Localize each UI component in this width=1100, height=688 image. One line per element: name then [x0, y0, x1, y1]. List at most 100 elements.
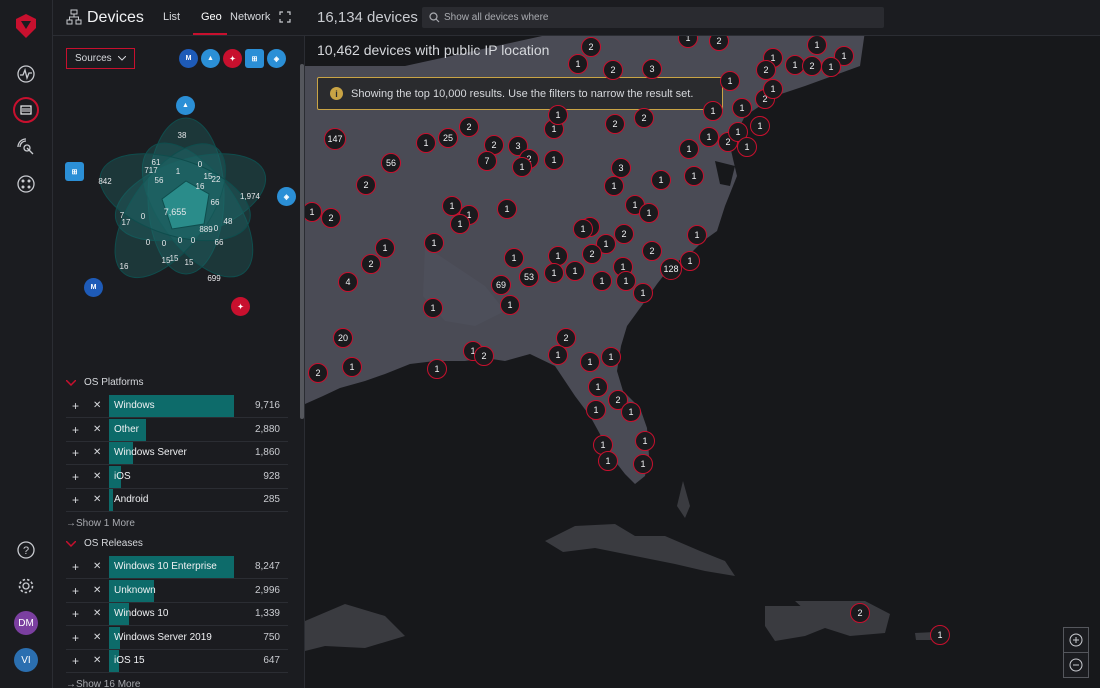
device-cluster-marker[interactable]: 1 [750, 116, 770, 136]
device-cluster-marker[interactable]: 2 [581, 37, 601, 57]
device-cluster-marker[interactable]: 1 [544, 150, 564, 170]
radar-nav[interactable] [13, 134, 39, 160]
device-cluster-marker[interactable]: 56 [381, 153, 401, 173]
os-releases-header[interactable]: OS Releases [66, 538, 143, 549]
device-cluster-marker[interactable]: 1 [548, 345, 568, 365]
os-platforms-header[interactable]: OS Platforms [66, 377, 143, 388]
integrations-nav[interactable] [13, 171, 39, 197]
device-cluster-marker[interactable]: 1 [544, 263, 564, 283]
include-filter-button[interactable]: + [72, 470, 79, 484]
device-cluster-marker[interactable]: 2 [614, 224, 634, 244]
exclude-filter-button[interactable]: ✕ [93, 494, 101, 505]
device-cluster-marker[interactable]: 1 [427, 359, 447, 379]
filter-row[interactable]: + ✕ Windows 9,716 [66, 395, 288, 418]
device-cluster-marker[interactable]: 2 [850, 603, 870, 623]
device-cluster-marker[interactable]: 1 [586, 400, 606, 420]
device-cluster-marker[interactable]: 1 [635, 431, 655, 451]
exclude-filter-button[interactable]: ✕ [93, 585, 101, 596]
device-cluster-marker[interactable]: 2 [459, 117, 479, 137]
zoom-in-button[interactable] [1063, 627, 1089, 653]
device-cluster-marker[interactable]: 1 [342, 357, 362, 377]
device-cluster-marker[interactable]: 69 [491, 275, 511, 295]
device-cluster-marker[interactable]: 1 [821, 57, 841, 77]
filter-row[interactable]: + ✕ Windows Server 2019 750 [66, 626, 288, 650]
search-bar[interactable] [422, 7, 884, 28]
device-cluster-marker[interactable]: 1 [633, 283, 653, 303]
device-cluster-marker[interactable]: 2 [802, 56, 822, 76]
workspace-avatar[interactable]: VI [14, 648, 38, 672]
device-cluster-marker[interactable]: 2 [474, 346, 494, 366]
device-cluster-marker[interactable]: 1 [500, 295, 520, 315]
device-cluster-marker[interactable]: 2 [605, 114, 625, 134]
device-cluster-marker[interactable]: 3 [642, 59, 662, 79]
device-cluster-marker[interactable]: 1 [699, 127, 719, 147]
include-filter-button[interactable]: + [72, 560, 79, 574]
tab-list[interactable]: List [163, 11, 180, 23]
tab-geo[interactable]: Geo [201, 11, 222, 23]
filter-row[interactable]: + ✕ Unknown 2,996 [66, 579, 288, 603]
device-cluster-marker[interactable]: 1 [763, 79, 783, 99]
include-filter-button[interactable]: + [72, 399, 79, 413]
device-cluster-marker[interactable]: 1 [930, 625, 950, 645]
malwarebytes-source-icon[interactable]: M [179, 49, 198, 68]
device-cluster-marker[interactable]: 20 [333, 328, 353, 348]
device-cluster-marker[interactable]: 1 [679, 139, 699, 159]
device-cluster-marker[interactable]: 1 [651, 170, 671, 190]
device-cluster-marker[interactable]: 128 [660, 258, 682, 280]
device-cluster-marker[interactable]: 147 [324, 128, 346, 150]
filter-row[interactable]: + ✕ Windows Server 1,860 [66, 442, 288, 465]
include-filter-button[interactable]: + [72, 446, 79, 460]
zoom-out-button[interactable] [1063, 652, 1089, 678]
exclude-filter-button[interactable]: ✕ [93, 471, 101, 482]
include-filter-button[interactable]: + [72, 654, 79, 668]
device-cluster-marker[interactable]: 1 [639, 203, 659, 223]
help-nav[interactable]: ? [13, 537, 39, 563]
device-cluster-marker[interactable]: 2 [356, 175, 376, 195]
exclude-filter-button[interactable]: ✕ [93, 400, 101, 411]
show-more-releases[interactable]: →Show 16 More [66, 679, 140, 688]
device-cluster-marker[interactable]: 1 [687, 225, 707, 245]
device-cluster-marker[interactable]: 2 [603, 60, 623, 80]
filter-row[interactable]: + ✕ Other 2,880 [66, 418, 288, 442]
exclude-filter-button[interactable]: ✕ [93, 447, 101, 458]
sources-dropdown[interactable]: Sources [66, 48, 135, 69]
exclude-filter-button[interactable]: ✕ [93, 655, 101, 666]
device-cluster-marker[interactable]: 2 [321, 208, 341, 228]
user-avatar[interactable]: DM [14, 611, 38, 635]
device-cluster-marker[interactable]: 2 [361, 254, 381, 274]
device-cluster-marker[interactable]: 1 [573, 219, 593, 239]
devices-nav[interactable] [13, 97, 39, 123]
geo-map[interactable]: 10,462 devices with public IP location i… [305, 36, 1100, 688]
search-input[interactable] [444, 7, 874, 28]
triangle-source-icon[interactable]: ▲ [201, 49, 220, 68]
device-cluster-marker[interactable]: 1 [512, 157, 532, 177]
device-cluster-marker[interactable]: 53 [519, 267, 539, 287]
device-cluster-marker[interactable]: 1 [565, 261, 585, 281]
device-cluster-marker[interactable]: 25 [438, 128, 458, 148]
device-cluster-marker[interactable]: 2 [756, 60, 776, 80]
filter-row[interactable]: + ✕ Windows 10 Enterprise 8,247 [66, 556, 288, 579]
crowdstrike-source-icon[interactable]: ✦ [223, 49, 242, 68]
device-cluster-marker[interactable]: 1 [548, 105, 568, 125]
device-cluster-marker[interactable]: 1 [621, 402, 641, 422]
brand-logo[interactable] [14, 13, 38, 39]
device-cluster-marker[interactable]: 2 [642, 241, 662, 261]
tab-network[interactable]: Network [230, 11, 270, 23]
filter-row[interactable]: + ✕ Android 285 [66, 489, 288, 512]
device-cluster-marker[interactable]: 1 [720, 71, 740, 91]
device-cluster-marker[interactable]: 7 [477, 151, 497, 171]
device-cluster-marker[interactable]: 1 [424, 233, 444, 253]
device-cluster-marker[interactable]: 1 [703, 101, 723, 121]
device-cluster-marker[interactable]: 1 [604, 176, 624, 196]
device-cluster-marker[interactable]: 1 [807, 36, 827, 55]
device-cluster-marker[interactable]: 3 [611, 158, 631, 178]
device-cluster-marker[interactable]: 2 [634, 108, 654, 128]
windows-source-icon[interactable]: ⊞ [245, 49, 264, 68]
device-cluster-marker[interactable]: 1 [423, 298, 443, 318]
device-cluster-marker[interactable]: 2 [308, 363, 328, 383]
device-cluster-marker[interactable]: 1 [684, 166, 704, 186]
panel-scrollbar[interactable] [300, 64, 304, 419]
exclude-filter-button[interactable]: ✕ [93, 608, 101, 619]
device-cluster-marker[interactable]: 1 [732, 98, 752, 118]
settings-nav[interactable] [13, 573, 39, 599]
